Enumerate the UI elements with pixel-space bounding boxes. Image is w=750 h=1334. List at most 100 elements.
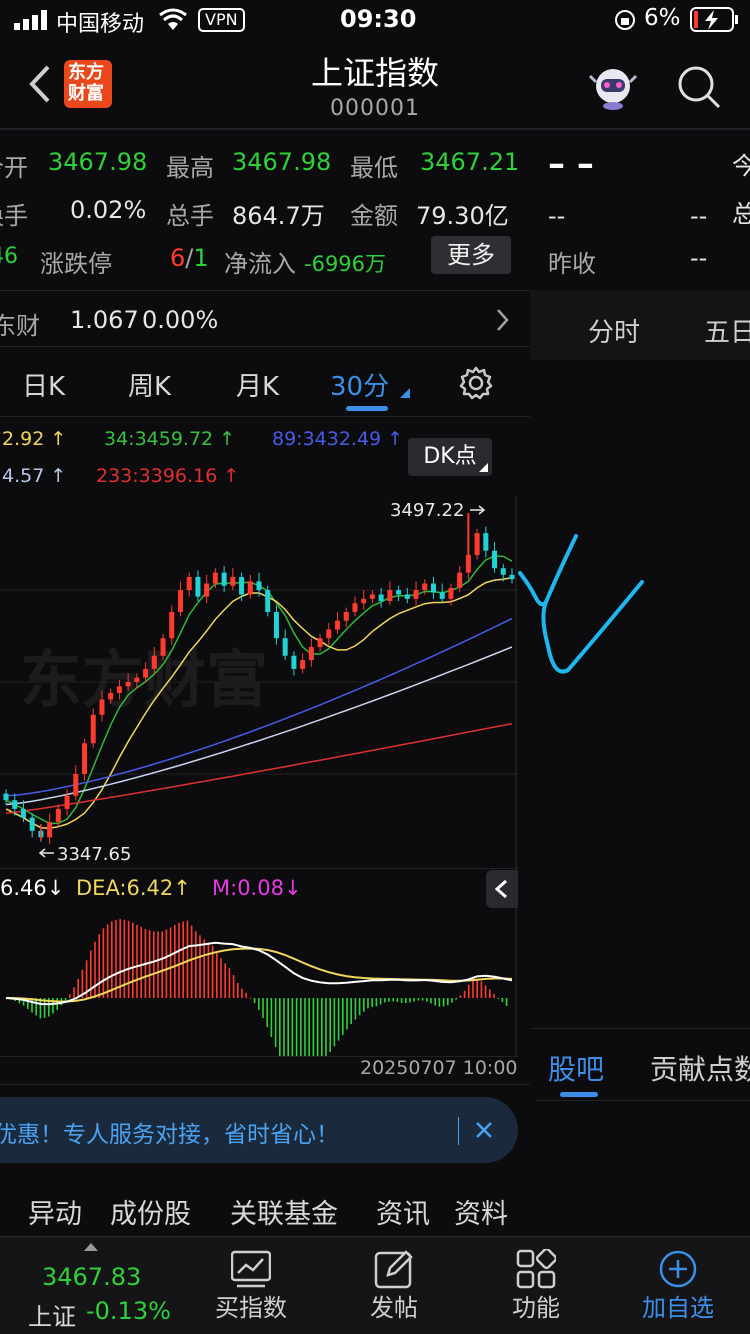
candle-body [47,822,53,838]
candle-body [361,598,367,604]
macd-bar [127,920,130,998]
macd-bar [98,934,100,998]
macd-bar [274,998,277,1047]
candle-body [64,795,70,809]
kline-chart[interactable]: 东方财富 3497.22 3347.65 [0,496,518,868]
header-divider [0,128,750,130]
macd-bar [90,950,92,998]
high-value: 3467.98 [232,148,332,176]
macd-bar [371,998,373,1008]
tab-constituents[interactable]: 成份股 [110,1192,191,1231]
nav-add-watchlist[interactable]: 加自选 [608,1237,748,1334]
macd-bar [153,931,155,998]
related-stock-row[interactable]: 东财 1.067 0.00% [0,292,530,346]
macd-bar [232,975,235,998]
related-label: 东财 [0,312,40,340]
macd-bar [165,929,168,998]
tab-week-k[interactable]: 周K [128,366,171,403]
ma233-line [5,722,513,815]
candle-body [326,629,332,639]
macd-bar [413,998,415,1002]
nav-post[interactable]: 发帖 [324,1237,464,1334]
macd-bar [392,998,394,1002]
caret-up-icon [84,1243,98,1251]
tab-contribution[interactable]: 贡献点数 [650,1048,750,1088]
macd-bar [174,925,176,998]
related-divider [0,346,530,347]
candle-body [160,638,166,656]
add-circle-icon [659,1250,697,1288]
tab-profile[interactable]: 资料 [454,1192,508,1231]
macd-bar [148,930,151,998]
nav-index-quote[interactable]: 3467.83 上证 -0.13% [20,1237,171,1334]
apps-grid-icon [516,1249,556,1289]
collapse-panel-button[interactable] [486,870,518,908]
settings-gear-icon[interactable] [458,365,494,401]
macd-bar [405,998,407,1004]
header-bar: 东方 财富 上证指数 000001 [0,40,750,130]
macd-bar [190,925,193,998]
close-icon[interactable] [474,1120,494,1140]
right-tab-divider [536,1100,750,1101]
macd-bar [245,992,247,998]
tab-five-day[interactable]: 五日 [704,312,750,349]
tab-related-funds[interactable]: 关联基金 [230,1192,338,1231]
chevron-right-icon [497,309,509,331]
macd-bar [375,998,378,1007]
quote-divider [0,290,530,291]
macd-bar [136,924,138,998]
candle-body [239,576,245,595]
macd-bar [434,998,436,1006]
macd-bar [106,924,109,998]
nav-buy-index[interactable]: 买指数 [181,1237,321,1334]
nav-buy-label: 买指数 [215,1294,287,1322]
orientation-lock-icon [615,10,635,30]
macd-chart[interactable] [0,908,518,1056]
volume-value: 864.7万 [232,202,325,230]
macd-bar [342,998,344,1035]
tab-30min[interactable]: 30分 [330,366,389,403]
nav-functions[interactable]: 功能 [466,1237,606,1334]
candle-body [404,594,410,599]
macd-bar [426,998,428,1002]
battery-percent: 6% [644,5,681,31]
open-label: 今开 [0,154,28,182]
tab-news[interactable]: 资讯 [376,1192,430,1231]
clock: 09:30 [340,5,417,33]
macd-bar [484,985,487,998]
candle-body [212,572,218,584]
nav-post-label: 发帖 [370,1294,418,1322]
candle-body [186,576,192,591]
macd-bar [249,997,252,999]
candle-body [55,808,61,823]
candle-body [483,533,489,551]
macd-bar [350,998,352,1024]
search-icon[interactable] [676,64,722,110]
candle-body [474,533,480,556]
candle-body [169,611,175,639]
promo-banner[interactable]: 优惠！专人服务对接，省时省心！ [0,1097,518,1163]
ma-legend: 2.92 ↑ 34:3459.72 ↑ 89:3432.49 ↑ 4.57 ↑ … [0,420,530,496]
macd-bar [69,994,71,998]
tab-time-sharing[interactable]: 分时 [588,312,640,349]
right-tab-bar: 分时 五日 [530,290,750,360]
macd-bar [447,998,449,1006]
tab-guba[interactable]: 股吧 [548,1048,604,1088]
macd-bar [409,998,411,1003]
macd-bar [367,998,369,1009]
low-value: 3467.21 [420,148,520,176]
dk-point-button[interactable]: DK点 [408,438,492,476]
right-cut-label-2: 总 [732,200,750,228]
more-button[interactable]: 更多 [431,236,511,274]
vpn-badge: VPN [198,8,245,32]
tab-day-k[interactable]: 日K [22,366,65,403]
candle-body [204,583,210,597]
prev-close-value: -- [690,244,708,272]
robot-assistant-icon[interactable] [588,62,638,112]
macd-bar [354,998,357,1020]
tab-anomaly[interactable]: 异动 [28,1192,82,1231]
tab-month-k[interactable]: 月K [236,366,279,403]
macd-bar [253,998,256,1004]
info-tabs: 异动 成份股 关联基金 资讯 资料 [0,1180,530,1236]
low-marker-label: 3347.65 [57,844,131,865]
